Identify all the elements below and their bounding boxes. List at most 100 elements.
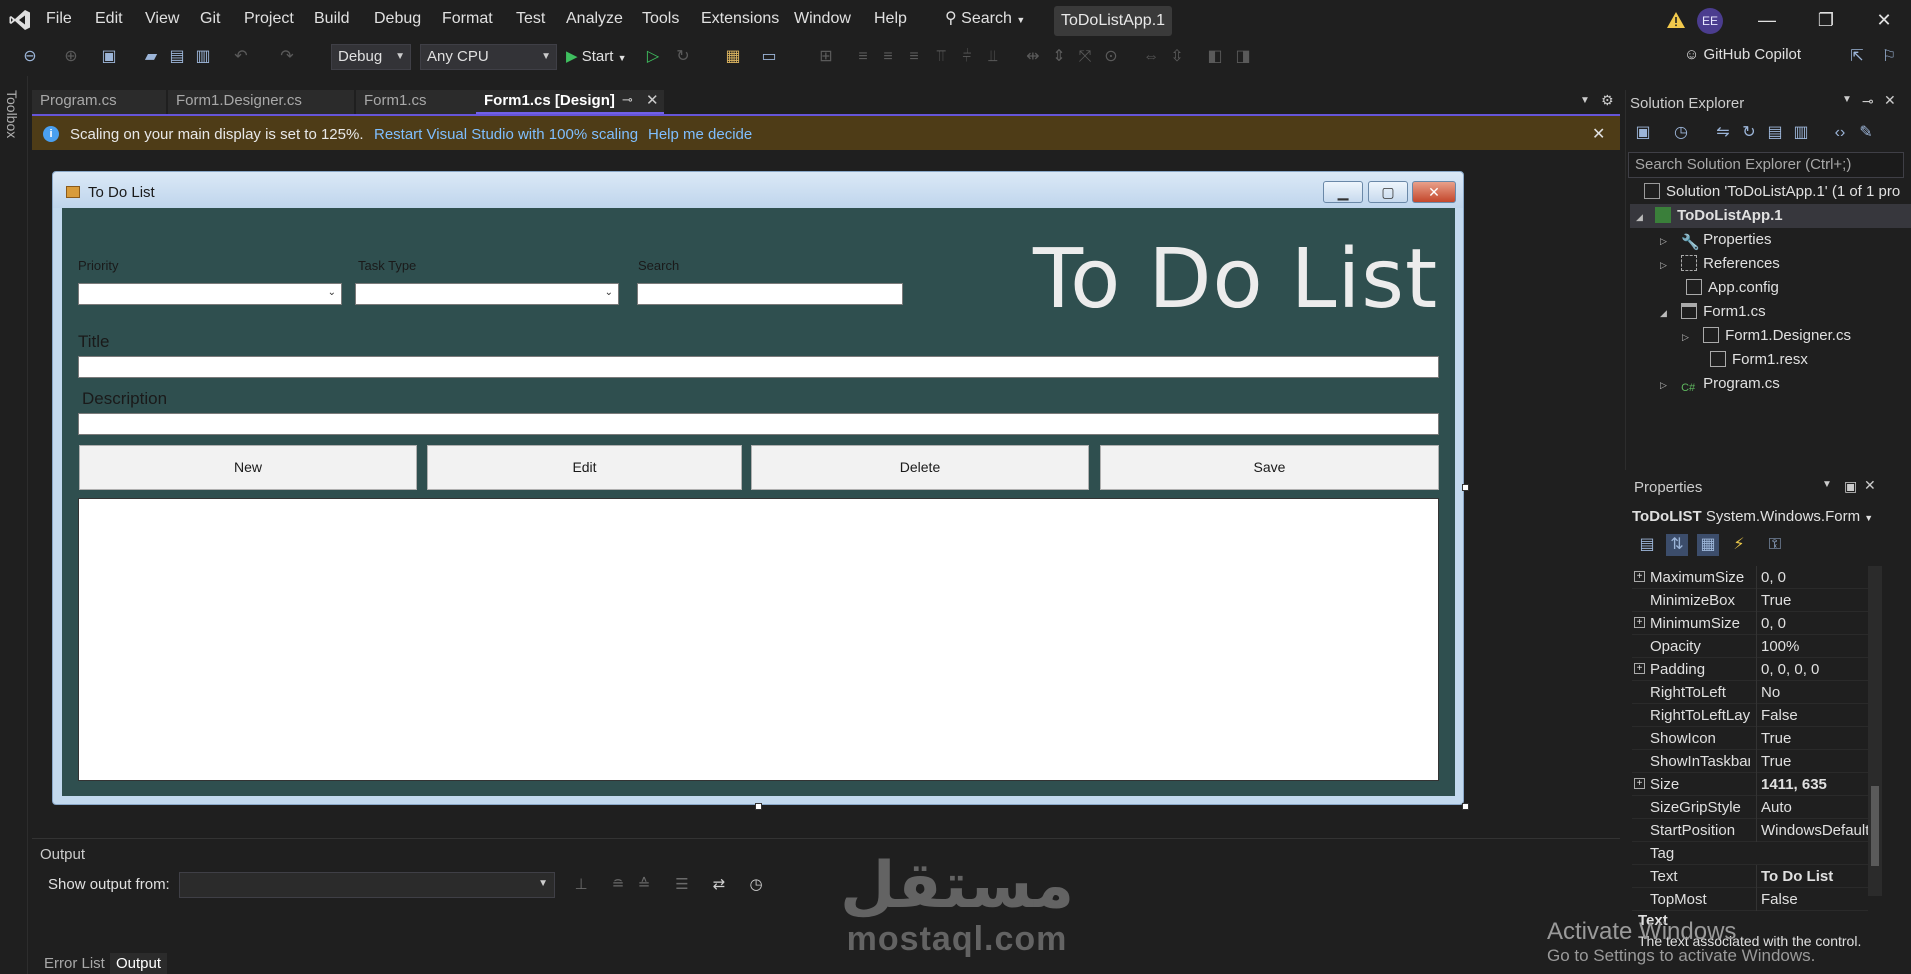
property-value[interactable]: 0, 0 (1756, 612, 1868, 635)
output-source-select[interactable]: ▼ (179, 872, 555, 898)
expand-plus-icon[interactable]: + (1634, 663, 1645, 674)
property-row[interactable]: + Size 1411, 635 (1632, 773, 1868, 796)
property-row[interactable]: Opacity 100% (1632, 635, 1868, 658)
history-icon[interactable]: ◷ (1670, 122, 1692, 144)
menu-item-analyze[interactable]: Analyze (566, 10, 623, 28)
property-value[interactable]: To Do List (1756, 865, 1868, 888)
clear-all-icon[interactable]: ☰ (671, 874, 693, 896)
property-row[interactable]: RightToLeft No (1632, 681, 1868, 704)
pin-pane-icon[interactable]: ⊸ (1862, 93, 1874, 110)
gear-icon[interactable]: ⚙ (1601, 92, 1614, 109)
menu-item-file[interactable]: File (46, 10, 72, 28)
property-row[interactable]: Text To Do List (1632, 865, 1868, 888)
menu-item-build[interactable]: Build (314, 10, 350, 28)
scrollbar-thumb[interactable] (1871, 786, 1879, 866)
restart-scaling-link[interactable]: Restart Visual Studio with 100% scaling (374, 126, 638, 143)
same-width-icon[interactable]: ⇹ (1022, 46, 1044, 68)
properties-scrollbar[interactable] (1868, 566, 1882, 896)
menu-item-tools[interactable]: Tools (642, 10, 679, 28)
close-pane-icon[interactable]: ✕ (1884, 92, 1896, 109)
tree-item-form1[interactable]: ◢ Form1.cs (1660, 300, 1911, 324)
tasks-datagrid[interactable] (78, 498, 1439, 781)
solution-explorer-icon[interactable]: ▦ (722, 46, 744, 68)
restore-window-button[interactable]: ❐ (1806, 6, 1846, 34)
align-middle-icon[interactable]: ⫩ (956, 46, 978, 68)
tree-item-properties[interactable]: ▷ 🔧 Properties (1660, 228, 1911, 252)
menu-item-help[interactable]: Help (874, 10, 907, 28)
save-all-icon[interactable]: ▥ (192, 46, 214, 68)
send-back-icon[interactable]: ◨ (1232, 46, 1254, 68)
minimize-window-button[interactable]: — (1747, 6, 1787, 34)
solution-platform-select[interactable]: Any CPU ▼ (420, 44, 557, 70)
pane-options-icon[interactable]: ▼ (1822, 479, 1832, 490)
properties-view-icon[interactable]: ▦ (1697, 534, 1719, 556)
start-debugging-button[interactable]: ▶ Start ▼ (566, 44, 627, 70)
title-textbox[interactable] (78, 356, 1439, 378)
redo-icon[interactable]: ↷ (276, 46, 298, 68)
pin-tab-icon[interactable]: ⊸ (622, 92, 633, 108)
resize-handle-bottom[interactable] (755, 803, 762, 810)
tab-form1-cs-design[interactable]: Form1.cs [Design] (476, 90, 664, 114)
tab-form1-designer-cs[interactable]: Form1.Designer.cs (168, 90, 354, 114)
property-value[interactable]: False (1756, 888, 1868, 911)
task-type-combobox[interactable]: ⌄ (355, 283, 619, 305)
feedback-icon[interactable]: ⚐ (1878, 46, 1900, 68)
menu-item-edit[interactable]: Edit (95, 10, 123, 28)
tree-item-form1-designer[interactable]: ▷ Form1.Designer.cs (1682, 324, 1911, 348)
tree-item-form1-resx[interactable]: Form1.resx (1710, 348, 1911, 372)
align-icon[interactable]: ⊞ (815, 46, 837, 68)
property-row[interactable]: SizeGripStyle Auto (1632, 796, 1868, 819)
alphabetical-icon[interactable]: ⇅ (1666, 534, 1688, 556)
form-close-button[interactable]: ✕ (1412, 181, 1456, 203)
events-icon[interactable]: ⚡ (1728, 534, 1750, 556)
menu-item-project[interactable]: Project (244, 10, 294, 28)
property-value[interactable]: True (1756, 727, 1868, 750)
description-textbox[interactable] (78, 413, 1439, 435)
tab-form1-cs[interactable]: Form1.cs (356, 90, 476, 114)
property-value[interactable]: No (1756, 681, 1868, 704)
visual-studio-logo-icon[interactable] (8, 8, 32, 32)
resize-handle-right[interactable] (1462, 484, 1469, 491)
search-textbox[interactable] (637, 283, 903, 305)
property-row[interactable]: Tag (1632, 842, 1868, 865)
menu-item-test[interactable]: Test (516, 10, 545, 28)
github-copilot-button[interactable]: ☺ GitHub Copilot (1684, 46, 1801, 63)
align-right-icon[interactable]: ≡ (903, 46, 925, 68)
properties-object-select[interactable]: ToDoLIST System.Windows.Form ▼ (1632, 505, 1908, 529)
switch-views-icon[interactable]: ▣ (1632, 122, 1654, 144)
property-value[interactable]: Auto (1756, 796, 1868, 819)
close-tab-icon[interactable]: ✕ (646, 91, 659, 109)
warning-icon[interactable] (1666, 10, 1686, 30)
expand-plus-icon[interactable]: + (1634, 778, 1645, 789)
tree-item-project[interactable]: ◢ ToDoListApp.1 (1630, 204, 1911, 228)
collapse-all-icon[interactable]: ▤ (1764, 122, 1786, 144)
tree-item-program-cs[interactable]: ▷ C# Program.cs (1660, 372, 1911, 396)
help-decide-link[interactable]: Help me decide (648, 126, 752, 143)
tab-program-cs[interactable]: Program.cs (32, 90, 166, 114)
hot-reload-icon[interactable]: ↻ (672, 46, 694, 68)
start-without-debugging-icon[interactable]: ▷ (642, 46, 664, 68)
open-folder-icon[interactable]: ▰ (140, 46, 162, 68)
form-titlebar[interactable] (53, 172, 1463, 208)
pane-options-icon[interactable]: ▼ (1842, 94, 1852, 105)
property-value[interactable]: False (1756, 704, 1868, 727)
menu-item-format[interactable]: Format (442, 10, 493, 28)
property-value[interactable]: True (1756, 750, 1868, 773)
previous-message-icon[interactable]: ≘ (607, 874, 629, 896)
same-height-icon[interactable]: ⇕ (1048, 46, 1070, 68)
zoom-icon[interactable]: ⊙ (1100, 46, 1122, 68)
back-icon[interactable]: ⊖ (19, 46, 41, 68)
align-center-icon[interactable]: ≡ (877, 46, 899, 68)
menu-item-git[interactable]: Git (200, 10, 220, 28)
property-value[interactable]: WindowsDefault (1756, 819, 1868, 842)
tree-item-app-config[interactable]: App.config (1686, 276, 1911, 300)
menu-item-window[interactable]: Window (794, 10, 851, 28)
align-left-icon[interactable]: ≡ (852, 46, 874, 68)
view-code-icon[interactable]: ‹› (1829, 122, 1851, 144)
property-value[interactable]: 0, 0, 0, 0 (1756, 658, 1868, 681)
close-pane-icon[interactable]: ✕ (1864, 477, 1876, 494)
menu-item-debug[interactable]: Debug (374, 10, 421, 28)
menu-item-extensions[interactable]: Extensions (701, 10, 779, 28)
toolbox-tab[interactable]: Toolbox (4, 90, 20, 138)
property-row[interactable]: ShowInTaskbar True (1632, 750, 1868, 773)
